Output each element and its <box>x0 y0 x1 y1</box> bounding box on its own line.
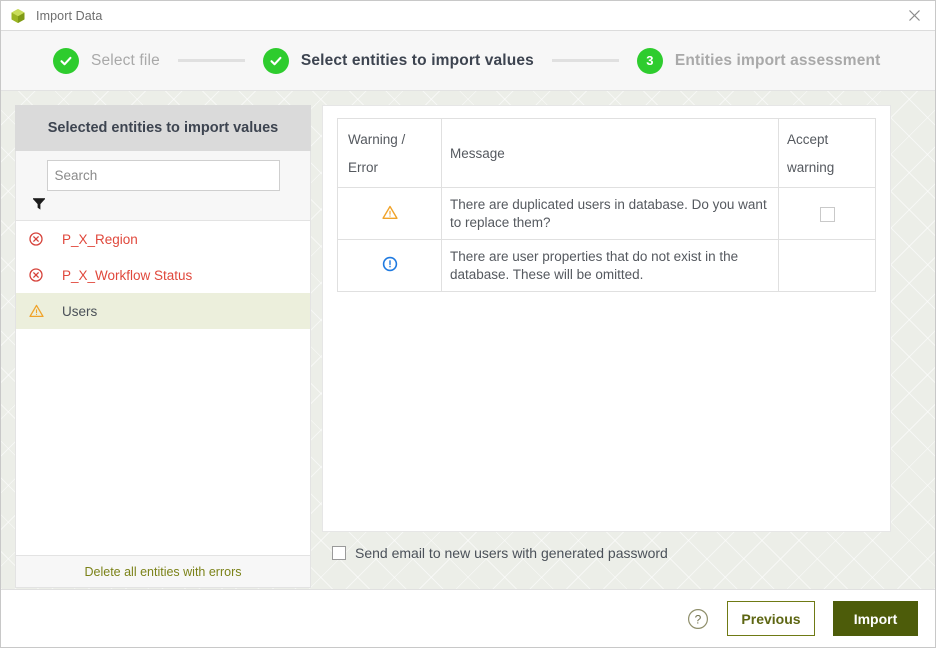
column-header-accept-warning-line2: warning <box>787 159 835 175</box>
check-circle-icon <box>262 47 289 74</box>
list-item-label: P_X_Workflow Status <box>62 267 193 283</box>
filter-funnel-icon[interactable] <box>32 197 46 214</box>
warning-triangle-icon <box>381 205 398 223</box>
step-select-file[interactable]: Select file <box>53 47 160 74</box>
filter-row <box>16 191 310 220</box>
send-email-row[interactable]: Send email to new users with generated p… <box>322 532 891 574</box>
cube-icon <box>10 8 26 24</box>
table-body: There are duplicated users in database. … <box>337 187 876 292</box>
check-circle-icon <box>53 47 79 74</box>
row-accept-cell <box>778 239 876 292</box>
close-icon[interactable] <box>893 1 935 30</box>
wizard-stepper: Select file Select entities to import va… <box>1 31 935 91</box>
delete-entities-with-errors-button[interactable]: Delete all entities with errors <box>15 555 311 588</box>
list-item-label: Users <box>62 303 98 319</box>
delete-entities-with-errors-label: Delete all entities with errors <box>84 564 242 579</box>
search-area <box>15 151 311 221</box>
import-button[interactable]: Import <box>833 601 918 636</box>
help-question-icon[interactable]: ? <box>687 608 709 630</box>
step-connector-2 <box>551 59 619 62</box>
step-select-entities[interactable]: Select entities to import values <box>262 47 534 74</box>
table-row: There are user properties that do not ex… <box>337 239 876 292</box>
send-email-checkbox[interactable] <box>332 546 346 560</box>
list-item-label: P_X_Region <box>62 231 138 247</box>
number-circle-icon: 3 <box>636 47 663 74</box>
search-input[interactable] <box>46 160 280 191</box>
previous-button[interactable]: Previous <box>727 601 815 636</box>
messages-table: Warning / Error Message Accept warning T… <box>337 118 876 292</box>
column-header-accept-warning-line1: Accept <box>787 131 829 147</box>
step-label-select-entities: Select entities to import values <box>300 51 534 69</box>
step-label-select-file: Select file <box>91 51 160 69</box>
title-bar: Import Data <box>1 1 935 31</box>
assessment-column: Warning / Error Message Accept warning T… <box>322 105 891 589</box>
send-email-label: Send email to new users with generated p… <box>355 545 668 561</box>
column-header-warning-error-line2: Error <box>348 159 378 175</box>
entity-list: P_X_Region P_X_Workflow Status Users <box>15 221 311 555</box>
table-row: There are duplicated users in database. … <box>337 187 876 240</box>
dialog-body: Selected entities to import values Searc… <box>1 91 935 589</box>
messages-panel: Warning / Error Message Accept warning T… <box>322 105 891 532</box>
accept-warning-checkbox[interactable] <box>819 206 835 222</box>
column-header-message: Message <box>441 118 779 188</box>
row-message: There are user properties that do not ex… <box>441 239 779 292</box>
panel-title: Selected entities to import values <box>15 105 311 151</box>
window-title: Import Data <box>36 8 103 23</box>
import-data-window: Import Data Select file Select entities … <box>0 0 936 648</box>
row-severity-cell <box>337 239 442 292</box>
table-header-row: Warning / Error Message Accept warning <box>337 118 876 188</box>
warning-triangle-icon <box>27 302 45 320</box>
row-accept-cell <box>778 187 876 240</box>
table-head: Warning / Error Message Accept warning <box>337 118 876 188</box>
column-header-warning-error: Warning / Error <box>337 118 442 188</box>
step-entities-assessment[interactable]: 3 Entities import assessment <box>636 47 881 74</box>
step-label-entities-assessment: Entities import assessment <box>674 51 881 69</box>
dialog-footer: ? Previous Import <box>1 589 935 647</box>
selected-entities-panel: Selected entities to import values Searc… <box>15 105 311 588</box>
column-header-warning-error-line1: Warning / <box>348 131 406 147</box>
info-circle-icon <box>382 256 398 275</box>
column-header-accept-warning: Accept warning <box>778 118 876 188</box>
list-item[interactable]: P_X_Workflow Status <box>16 257 310 293</box>
row-severity-cell <box>337 187 442 240</box>
error-circle-icon <box>27 266 45 284</box>
svg-text:?: ? <box>695 612 702 626</box>
list-item-selected[interactable]: Users <box>16 293 310 329</box>
row-message: There are duplicated users in database. … <box>441 187 779 240</box>
error-circle-icon <box>27 230 45 248</box>
list-item[interactable]: P_X_Region <box>16 221 310 257</box>
step-connector-1 <box>177 59 245 62</box>
